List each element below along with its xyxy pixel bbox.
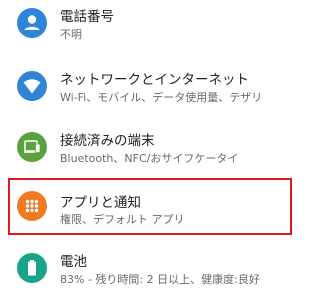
- settings-item-network[interactable]: ネットワークとインターネット Wi-Fi、モバイル、データ使用量、テザリ: [0, 57, 300, 115]
- settings-item-subtitle: 不明: [60, 28, 82, 41]
- battery-icon: [17, 253, 47, 283]
- settings-item-connected-devices[interactable]: 接続済みの端末 Bluetooth、NFC/おサイフケータイ: [0, 118, 300, 176]
- apps-grid-icon: [17, 191, 47, 221]
- settings-item-subtitle: Bluetooth、NFC/おサイフケータイ: [60, 152, 239, 165]
- settings-item-subtitle: 権限、デフォルト アプリ: [60, 213, 185, 226]
- settings-item-title: ネットワークとインターネット: [60, 72, 249, 88]
- settings-item-title: 電話番号: [60, 9, 114, 25]
- settings-item-title: 接続済みの端末: [60, 133, 155, 149]
- account-icon: [17, 8, 47, 38]
- wifi-icon: [17, 71, 47, 101]
- settings-list: 電話番号 不明 ネットワークとインターネット Wi-Fi、モバイル、データ使用量…: [0, 0, 300, 303]
- connected-devices-icon: [17, 132, 47, 162]
- settings-item-subtitle: 83% - 残り時間: 2 日以上、健康度:良好: [60, 273, 260, 286]
- settings-item-battery[interactable]: 電池 83% - 残り時間: 2 日以上、健康度:良好: [0, 240, 300, 298]
- settings-item-apps-notifications[interactable]: アプリと通知 権限、デフォルト アプリ: [0, 178, 300, 236]
- settings-item-subtitle: Wi-Fi、モバイル、データ使用量、テザリ: [60, 91, 263, 104]
- settings-item-title: アプリと通知: [60, 195, 141, 211]
- settings-item-phone-number[interactable]: 電話番号 不明: [0, 0, 300, 52]
- settings-item-title: 電池: [60, 254, 87, 270]
